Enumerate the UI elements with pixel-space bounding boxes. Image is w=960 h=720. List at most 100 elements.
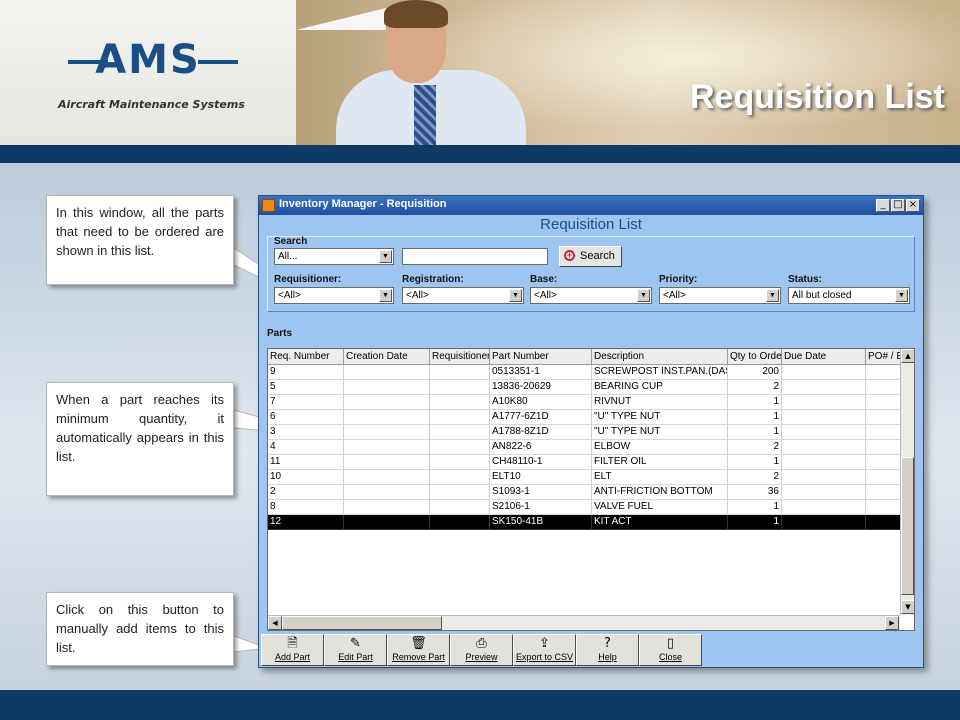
cell-date[interactable] — [344, 410, 430, 425]
cell-req[interactable]: 4 — [268, 440, 344, 455]
cell-req[interactable]: 11 — [268, 455, 344, 470]
search-input[interactable] — [402, 248, 548, 265]
cell-date[interactable] — [344, 380, 430, 395]
cell-qty[interactable]: 1 — [728, 395, 782, 410]
scroll-right-icon[interactable]: ▶ — [885, 616, 899, 630]
export-to-csv-button[interactable]: ⇪ Export to CSV — [513, 634, 576, 666]
close-button[interactable]: ▯ Close — [639, 634, 702, 666]
cell-qty[interactable]: 1 — [728, 425, 782, 440]
cell-date[interactable] — [344, 515, 430, 530]
chevron-down-icon[interactable]: ▼ — [379, 289, 392, 302]
cell-req[interactable]: 6 — [268, 410, 344, 425]
cell-req[interactable]: 2 — [268, 485, 344, 500]
cell-due[interactable] — [782, 470, 866, 485]
cell-requisitioner[interactable] — [430, 425, 490, 440]
cell-qty[interactable]: 1 — [728, 515, 782, 530]
cell-desc[interactable]: BEARING CUP — [592, 380, 728, 395]
cell-due[interactable] — [782, 515, 866, 530]
column-header[interactable]: Qty to Order — [728, 349, 782, 365]
cell-date[interactable] — [344, 440, 430, 455]
table-row[interactable]: 5 13836-20629 BEARING CUP 2 — [268, 380, 906, 395]
cell-req[interactable]: 12 — [268, 515, 344, 530]
horizontal-scrollbar[interactable]: ◀ ▶ — [268, 615, 900, 630]
chevron-down-icon[interactable]: ▼ — [895, 289, 908, 302]
chevron-down-icon[interactable]: ▼ — [509, 289, 522, 302]
cell-part[interactable]: S1093-1 — [490, 485, 592, 500]
chevron-down-icon[interactable]: ▼ — [766, 289, 779, 302]
remove-part-button[interactable]: 🗑 Remove Part — [387, 634, 450, 666]
cell-desc[interactable]: FILTER OIL — [592, 455, 728, 470]
maximize-button[interactable]: □ — [891, 199, 905, 212]
cell-req[interactable]: 10 — [268, 470, 344, 485]
cell-req[interactable]: 5 — [268, 380, 344, 395]
cell-date[interactable] — [344, 365, 430, 380]
table-row[interactable]: 3 A1788-8Z1D "U" TYPE NUT 1 — [268, 425, 906, 440]
cell-date[interactable] — [344, 500, 430, 515]
cell-date[interactable] — [344, 455, 430, 470]
cell-qty[interactable]: 1 — [728, 455, 782, 470]
table-row[interactable]: 4 AN822-6 ELBOW 2 — [268, 440, 906, 455]
cell-due[interactable] — [782, 455, 866, 470]
cell-qty[interactable]: 1 — [728, 500, 782, 515]
cell-qty[interactable]: 2 — [728, 380, 782, 395]
scroll-down-icon[interactable]: ▼ — [901, 600, 914, 614]
cell-requisitioner[interactable] — [430, 500, 490, 515]
cell-desc[interactable]: SCREWPOST INST.PAN.(DASH — [592, 365, 728, 380]
edit-part-button[interactable]: ✎ Edit Part — [324, 634, 387, 666]
cell-req[interactable]: 9 — [268, 365, 344, 380]
cell-due[interactable] — [782, 425, 866, 440]
cell-desc[interactable]: VALVE FUEL — [592, 500, 728, 515]
column-header[interactable]: Req. Number — [268, 349, 344, 365]
cell-qty[interactable]: 2 — [728, 470, 782, 485]
registration-select[interactable]: <All> ▼ — [402, 287, 524, 304]
cell-desc[interactable]: RIVNUT — [592, 395, 728, 410]
cell-part[interactable]: CH48110-1 — [490, 455, 592, 470]
base-select[interactable]: <All> ▼ — [530, 287, 652, 304]
cell-due[interactable] — [782, 410, 866, 425]
cell-date[interactable] — [344, 470, 430, 485]
cell-requisitioner[interactable] — [430, 470, 490, 485]
cell-part[interactable]: ELT10 — [490, 470, 592, 485]
window-titlebar[interactable]: Inventory Manager - Requisition _ □ × — [259, 196, 923, 215]
cell-req[interactable]: 3 — [268, 425, 344, 440]
cell-desc[interactable]: "U" TYPE NUT — [592, 410, 728, 425]
column-header[interactable]: Creation Date — [344, 349, 430, 365]
close-window-button[interactable]: × — [906, 199, 920, 212]
cell-desc[interactable]: "U" TYPE NUT — [592, 425, 728, 440]
scroll-up-icon[interactable]: ▲ — [901, 349, 914, 363]
cell-requisitioner[interactable] — [430, 395, 490, 410]
cell-qty[interactable]: 1 — [728, 410, 782, 425]
column-header[interactable]: Due Date — [782, 349, 866, 365]
cell-date[interactable] — [344, 485, 430, 500]
horizontal-scroll-thumb[interactable] — [282, 616, 442, 630]
cell-part[interactable]: A1788-8Z1D — [490, 425, 592, 440]
cell-part[interactable]: AN822-6 — [490, 440, 592, 455]
chevron-down-icon[interactable]: ▼ — [379, 250, 392, 263]
cell-part[interactable]: 0513351-1 — [490, 365, 592, 380]
table-row[interactable]: 9 0513351-1 SCREWPOST INST.PAN.(DASH 200 — [268, 365, 906, 380]
table-row[interactable]: 6 A1777-6Z1D "U" TYPE NUT 1 — [268, 410, 906, 425]
cell-qty[interactable]: 2 — [728, 440, 782, 455]
cell-date[interactable] — [344, 395, 430, 410]
table-row[interactable]: 7 A10K80 RIVNUT 1 — [268, 395, 906, 410]
help-button[interactable]: ? Help — [576, 634, 639, 666]
table-row[interactable]: 12 SK150-41B KIT ACT 1 — [268, 515, 906, 530]
cell-due[interactable] — [782, 485, 866, 500]
cell-desc[interactable]: ELT — [592, 470, 728, 485]
minimize-button[interactable]: _ — [876, 199, 890, 212]
vertical-scroll-thumb[interactable] — [901, 457, 914, 595]
status-select[interactable]: All but closed ▼ — [788, 287, 910, 304]
cell-requisitioner[interactable] — [430, 365, 490, 380]
vertical-scrollbar[interactable]: ▲ ▼ — [900, 349, 914, 615]
table-row[interactable]: 8 S2106-1 VALVE FUEL 1 — [268, 500, 906, 515]
cell-desc[interactable]: ANTI-FRICTION BOTTOM — [592, 485, 728, 500]
column-header[interactable]: Requisitioner — [430, 349, 490, 365]
table-row[interactable]: 2 S1093-1 ANTI-FRICTION BOTTOM 36 — [268, 485, 906, 500]
cell-part[interactable]: A1777-6Z1D — [490, 410, 592, 425]
scroll-left-icon[interactable]: ◀ — [268, 616, 282, 630]
preview-button[interactable]: ⎙ Preview — [450, 634, 513, 666]
cell-part[interactable]: A10K80 — [490, 395, 592, 410]
cell-requisitioner[interactable] — [430, 455, 490, 470]
cell-part[interactable]: SK150-41B — [490, 515, 592, 530]
chevron-down-icon[interactable]: ▼ — [637, 289, 650, 302]
